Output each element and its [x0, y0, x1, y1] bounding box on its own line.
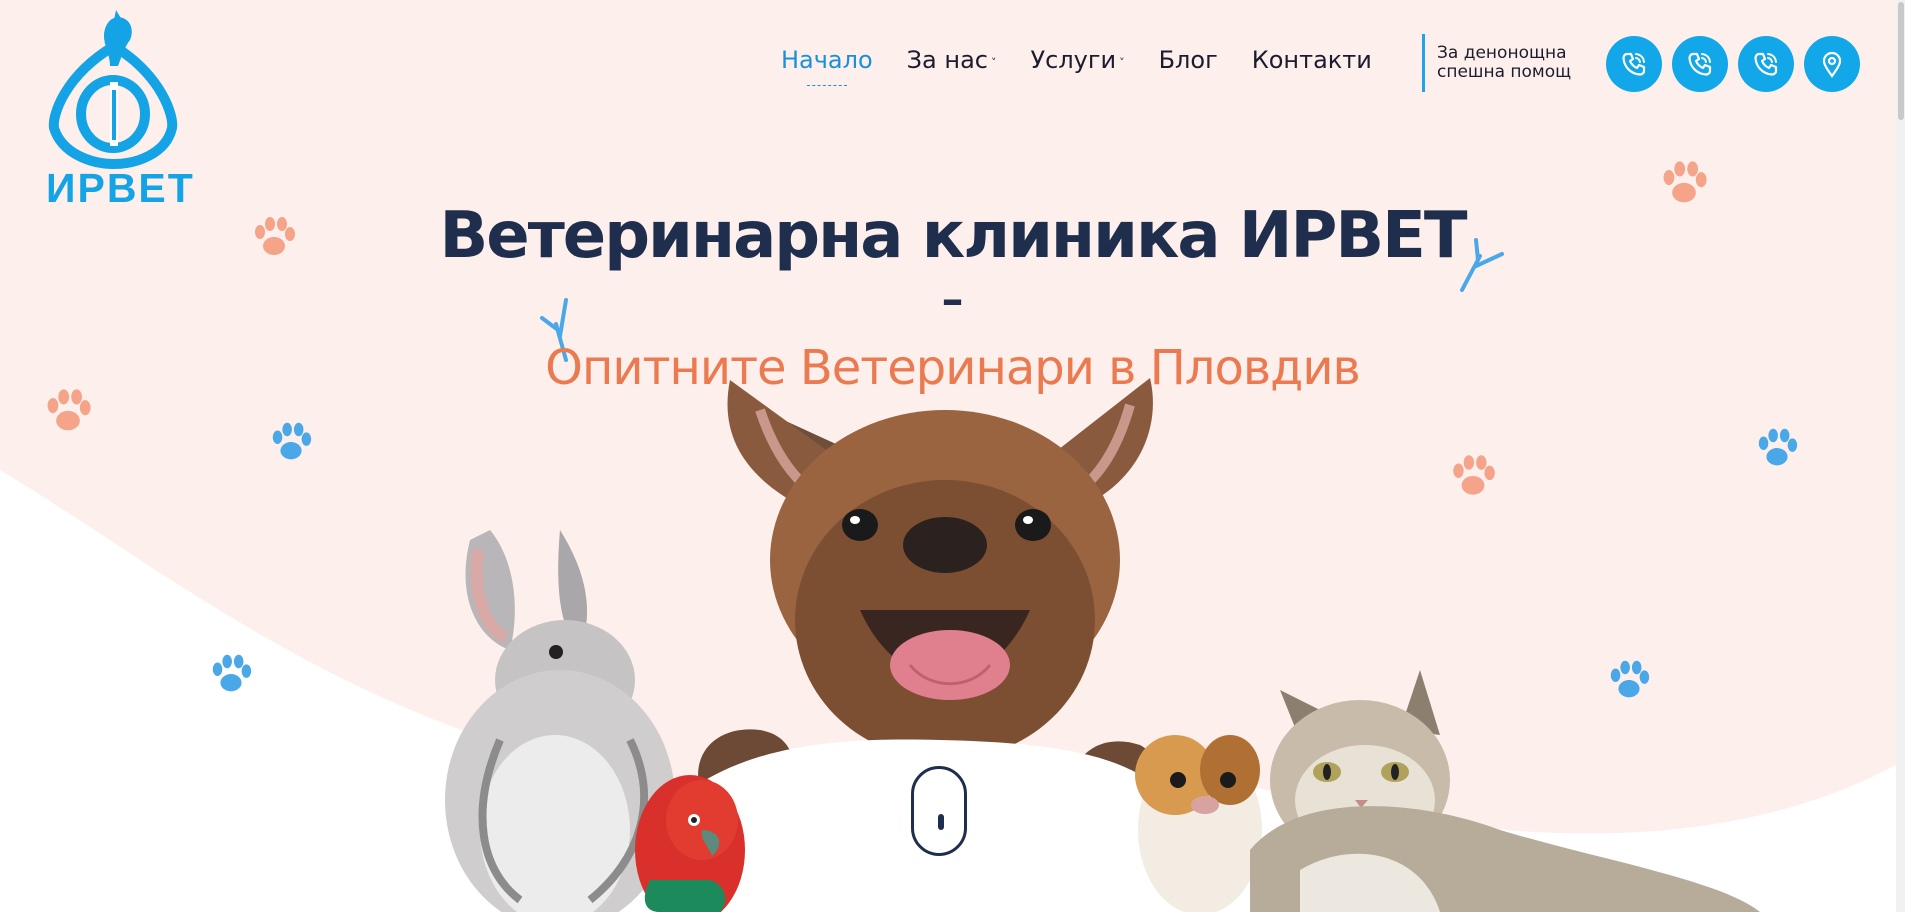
scroll-wheel-icon: [938, 814, 944, 830]
guinea-pig-image: [1135, 735, 1262, 912]
scrollbar-thumb[interactable]: [1898, 2, 1904, 120]
page: ИРВЕТ Начало За нас ˅ Услуги ˅ Блог Конт…: [0, 0, 1905, 912]
cat-image: [1250, 670, 1760, 912]
french-bulldog-image: [698, 378, 1157, 790]
scroll-down-indicator[interactable]: [911, 766, 967, 856]
page-scrollbar[interactable]: [1896, 0, 1905, 912]
